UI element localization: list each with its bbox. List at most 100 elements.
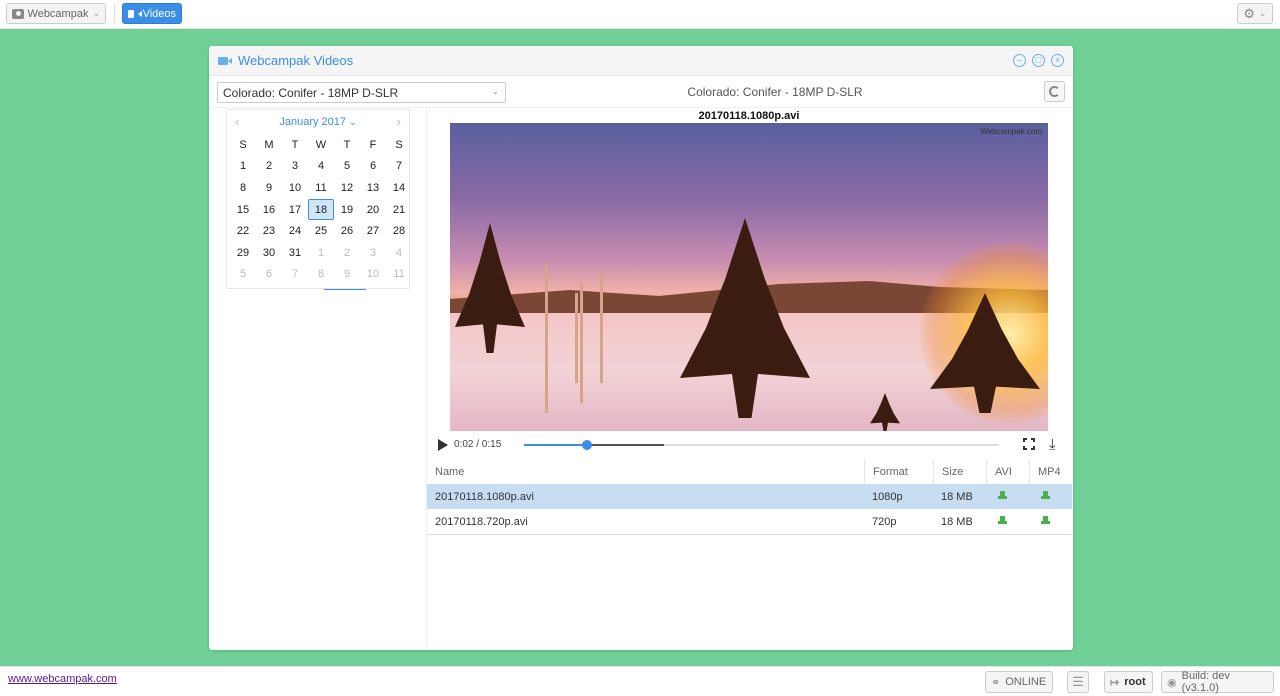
calendar-day[interactable]: 20 (360, 199, 386, 221)
calendar-day[interactable]: 3 (360, 242, 386, 264)
calendar-day[interactable]: 2 (256, 156, 282, 178)
website-link[interactable]: www.webcampak.com (8, 673, 117, 685)
calendar-day[interactable]: 26 (334, 220, 360, 242)
play-icon[interactable] (438, 439, 448, 451)
month-selector[interactable]: January 2017 ⌄ (279, 116, 356, 128)
calendar-day[interactable]: 15 (230, 199, 256, 221)
column-header-avi[interactable]: AVI (986, 459, 1029, 484)
calendar-day[interactable]: 23 (256, 220, 282, 242)
calendar-day[interactable]: 10 (282, 177, 308, 199)
chevron-down-icon: ⌄ (491, 86, 499, 96)
user-label: root (1124, 676, 1146, 688)
calendar-day[interactable]: 6 (256, 264, 282, 286)
restore-button[interactable]: □ (1032, 54, 1045, 67)
download-mp4-icon[interactable] (1041, 515, 1050, 525)
calendar-day[interactable]: 29 (230, 242, 256, 264)
download-icon[interactable]: ⤓ (1049, 436, 1056, 453)
calendar-day[interactable]: 4 (386, 242, 412, 264)
download-avi-icon[interactable] (998, 515, 1007, 525)
weekday-header: S (239, 138, 247, 151)
calendar-day[interactable]: 1 (230, 156, 256, 178)
calendar-day[interactable]: 30 (256, 242, 282, 264)
calendar-day[interactable]: 12 (334, 177, 360, 199)
build-info-button[interactable]: ◉ Build: dev (v3.1.0) (1161, 670, 1274, 694)
settings-menu-button[interactable]: ⚙ ⌄ (1237, 3, 1273, 24)
calendar-day[interactable]: 9 (256, 177, 282, 199)
calendar-day[interactable]: 25 (308, 220, 334, 242)
calendar-day[interactable]: 10 (360, 264, 386, 286)
webcampak-menu-button[interactable]: Webcampak ⌄ (6, 3, 106, 24)
weekday-header: M (264, 138, 274, 151)
calendar-day[interactable]: 8 (308, 264, 334, 286)
calendar-day[interactable]: 9 (334, 264, 360, 286)
calendar-day[interactable]: 11 (386, 264, 412, 286)
online-status-button[interactable]: ⚭ ONLINE (985, 671, 1053, 693)
calendar-day[interactable]: 21 (386, 199, 412, 221)
table-row[interactable]: 20170118.720p.avi 720p 18 MB (427, 509, 1072, 534)
calendar-day[interactable]: 5 (334, 156, 360, 178)
user-button[interactable]: ↦ root (1104, 671, 1153, 693)
refresh-icon (1049, 86, 1060, 97)
column-header-name[interactable]: Name (427, 459, 864, 484)
calendar-day[interactable]: 31 (282, 242, 308, 264)
close-button[interactable]: × (1051, 54, 1064, 67)
fullscreen-icon[interactable] (1022, 437, 1036, 451)
previous-month-icon[interactable]: ‹ (235, 114, 239, 129)
progress-fill (524, 444, 588, 446)
calendar-day[interactable]: 17 (282, 199, 308, 221)
calendar-day[interactable]: 28 (386, 220, 412, 242)
link-icon: ⚭ (991, 676, 1001, 689)
download-avi-icon[interactable] (998, 490, 1007, 500)
column-header-mp4[interactable]: MP4 (1029, 459, 1072, 484)
calendar-day[interactable]: 1 (308, 242, 334, 264)
calendar-day[interactable]: 13 (360, 177, 386, 199)
videos-button[interactable]: Videos (122, 3, 182, 24)
top-bar: Webcampak ⌄ Videos ⚙ ⌄ (0, 0, 1280, 29)
calendar-day[interactable]: 2 (334, 242, 360, 264)
calendar-day[interactable]: 3 (282, 156, 308, 178)
weekday-header: W (315, 138, 327, 151)
minimize-button[interactable]: – (1013, 54, 1026, 67)
database-button[interactable]: ☰ (1067, 671, 1089, 693)
videos-label: Videos (142, 7, 176, 20)
calendar-day[interactable]: 7 (282, 264, 308, 286)
calendar-day[interactable]: 6 (360, 156, 386, 178)
mp4-download-cell (1029, 515, 1072, 528)
aspen-trunk (600, 273, 603, 383)
calendar-header: ‹ January 2017 ⌄ › (227, 110, 409, 134)
calendar-day[interactable]: 4 (308, 156, 334, 178)
database-icon: ☰ (1072, 674, 1084, 689)
table-row[interactable]: 20170118.1080p.avi 1080p 18 MB (427, 484, 1072, 509)
build-label: Build: dev (v3.1.0) (1181, 670, 1230, 694)
column-header-size[interactable]: Size (933, 459, 986, 484)
aspen-trunk (575, 293, 578, 383)
calendar-grid: S M T W T F S 1 2 3 4 5 6 7 8 9 10 11 12 13 14 15 16 17 18 19 20 21… (227, 134, 409, 285)
calendar-day[interactable]: 7 (386, 156, 412, 178)
calendar-day[interactable]: 11 (308, 177, 334, 199)
source-select[interactable]: Colorado: Conifer - 18MP D-SLR ⌄ (217, 82, 506, 103)
chevron-down-icon: ⌄ (1259, 8, 1267, 18)
video-camera-icon (218, 56, 232, 65)
time-display: 0:02 / 0:15 (454, 439, 502, 450)
seek-bar[interactable] (524, 440, 999, 450)
calendar-day[interactable]: 5 (230, 264, 256, 286)
calendar-day[interactable]: 22 (230, 220, 256, 242)
download-mp4-icon[interactable] (1041, 490, 1050, 500)
calendar-day[interactable]: 27 (360, 220, 386, 242)
seek-handle[interactable] (582, 440, 593, 450)
video-frame[interactable]: Webcampak.com (450, 123, 1048, 431)
footer-bar: www.webcampak.com ⚭ ONLINE ☰ ↦ root ◉ Bu… (0, 666, 1280, 696)
calendar-day[interactable]: 8 (230, 177, 256, 199)
calendar-day[interactable]: 19 (334, 199, 360, 221)
calendar-day[interactable]: 16 (256, 199, 282, 221)
calendar-day-selected[interactable]: 18 (308, 198, 334, 221)
gear-icon: ⚙ (1243, 5, 1256, 21)
next-month-icon[interactable]: › (397, 114, 401, 129)
calendar-day[interactable]: 24 (282, 220, 308, 242)
column-header-format[interactable]: Format (864, 459, 933, 484)
video-title: 20170118.1080p.avi (698, 110, 800, 122)
refresh-button[interactable] (1044, 81, 1065, 102)
chevron-down-icon: ⌄ (349, 117, 357, 127)
calendar-day[interactable]: 14 (386, 177, 412, 199)
weekday-header: T (343, 138, 351, 151)
